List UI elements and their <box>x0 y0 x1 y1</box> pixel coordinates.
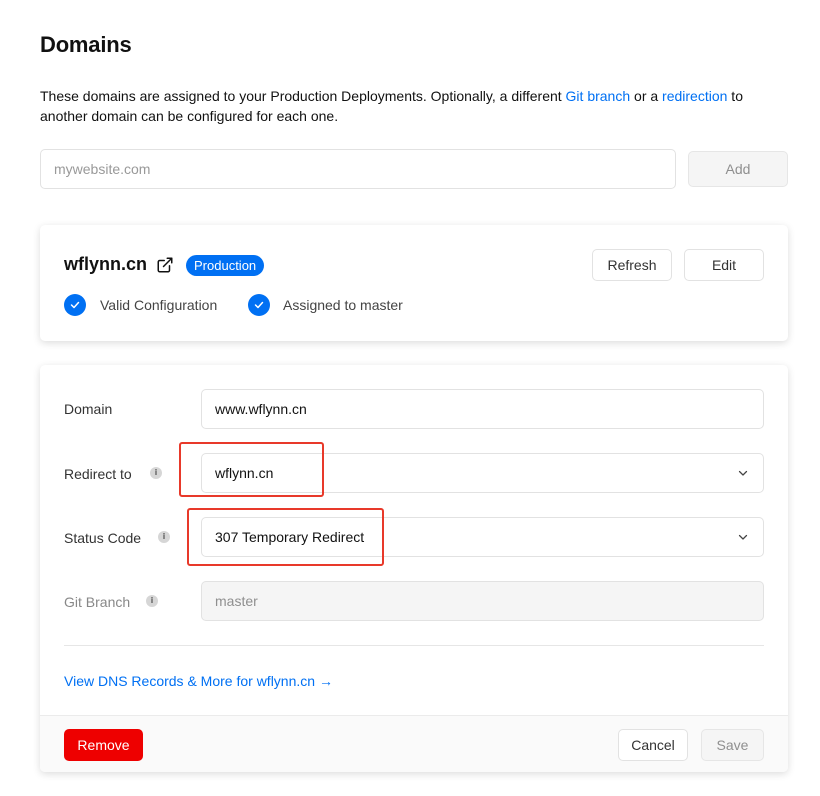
check-icon <box>64 294 86 316</box>
domain-label: Domain <box>64 401 113 417</box>
redirection-link[interactable]: redirection <box>662 88 727 104</box>
chevron-down-icon <box>738 534 748 540</box>
divider <box>64 645 764 646</box>
domain-card: wflynn.cn Production Refresh Edit Valid … <box>40 225 788 341</box>
domain-input[interactable]: www.wflynn.cn <box>201 389 764 429</box>
add-domain-button[interactable]: Add <box>688 151 788 187</box>
check-icon <box>248 294 270 316</box>
redirect-to-value: wflynn.cn <box>215 465 274 481</box>
redirect-to-label: Redirect to <box>64 466 132 482</box>
info-icon[interactable]: i <box>150 467 162 479</box>
card-footer: Remove Cancel Save <box>40 715 788 772</box>
refresh-button[interactable]: Refresh <box>592 249 672 281</box>
save-button[interactable]: Save <box>701 729 764 761</box>
domain-name: wflynn.cn <box>64 254 148 274</box>
page-title: Domains <box>40 32 132 57</box>
status-code-value: 307 Temporary Redirect <box>215 529 365 545</box>
add-domain-input[interactable] <box>40 149 676 189</box>
git-branch-input: master <box>201 581 764 621</box>
info-icon[interactable]: i <box>146 595 158 607</box>
page-description: These domains are assigned to your Produ… <box>40 88 743 124</box>
production-badge: Production <box>186 255 265 276</box>
external-link-icon[interactable] <box>156 256 174 274</box>
git-branch-label: Git Branch <box>64 594 131 610</box>
status-code-select[interactable]: 307 Temporary Redirect <box>201 517 764 557</box>
valid-configuration-label: Valid Configuration <box>100 297 218 313</box>
cancel-button[interactable]: Cancel <box>618 729 688 761</box>
view-dns-records-link[interactable]: View DNS Records & More for wflynn.cn → <box>64 671 333 691</box>
edit-button[interactable]: Edit <box>684 249 764 281</box>
chevron-down-icon <box>738 470 748 476</box>
domain-edit-card: Domain www.wflynn.cn Redirect to i wflyn… <box>40 365 788 772</box>
redirect-to-select[interactable]: wflynn.cn <box>201 453 764 493</box>
assigned-to-master-label: Assigned to master <box>283 297 403 313</box>
remove-button[interactable]: Remove <box>64 729 143 761</box>
git-branch-link[interactable]: Git branch <box>566 88 631 104</box>
info-icon[interactable]: i <box>158 531 170 543</box>
status-code-label: Status Code <box>64 530 142 546</box>
